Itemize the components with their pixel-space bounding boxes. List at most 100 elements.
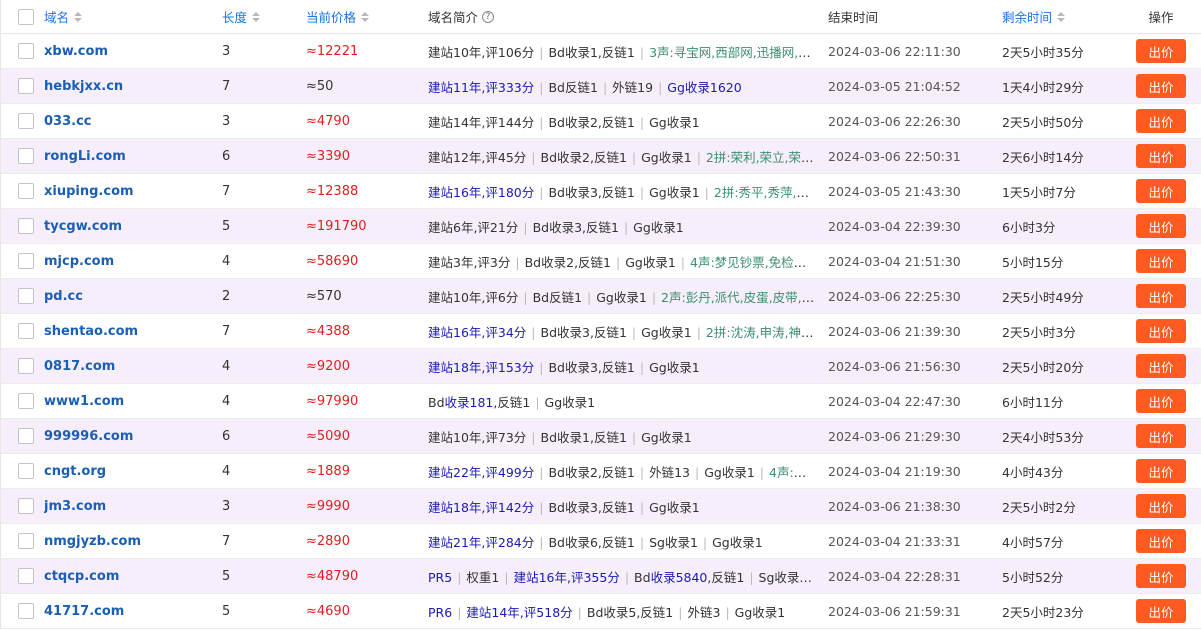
- bid-button[interactable]: 出价: [1136, 354, 1186, 378]
- col-length-header[interactable]: 长度: [222, 7, 247, 26]
- bid-button[interactable]: 出价: [1136, 249, 1186, 273]
- bid-button[interactable]: 出价: [1136, 424, 1186, 448]
- bid-button[interactable]: 出价: [1136, 529, 1186, 553]
- help-icon[interactable]: ?: [482, 10, 495, 23]
- select-all-checkbox[interactable]: [18, 8, 34, 25]
- col-remaining-header[interactable]: 剩余时间: [1002, 7, 1052, 26]
- bid-button[interactable]: 出价: [1136, 284, 1186, 308]
- domain-name-link[interactable]: xiuping.com: [44, 184, 134, 199]
- sort-icon[interactable]: [361, 11, 370, 22]
- bid-button[interactable]: 出价: [1136, 564, 1186, 588]
- desc-segment: 4声:梦见钞票,免检产品...: [690, 254, 818, 270]
- current-price: ≈2890: [306, 533, 350, 549]
- desc-segment: Sg收录1: [649, 534, 698, 550]
- bid-button[interactable]: 出价: [1136, 39, 1186, 63]
- row-checkbox[interactable]: [18, 78, 34, 94]
- row-checkbox[interactable]: [18, 43, 34, 59]
- row-checkbox[interactable]: [18, 568, 34, 584]
- desc-segment: 建站16年,评34分: [428, 324, 527, 340]
- bid-button[interactable]: 出价: [1136, 494, 1186, 518]
- domain-name-link[interactable]: nmgjyzb.com: [44, 534, 141, 549]
- remaining-time: 6小时11分: [1002, 394, 1064, 410]
- desc-segment: Bd收录2,反链1: [540, 149, 627, 165]
- bid-button[interactable]: 出价: [1136, 599, 1186, 623]
- row-checkbox[interactable]: [18, 428, 34, 444]
- bid-button[interactable]: 出价: [1136, 459, 1186, 483]
- remaining-time: 6小时3分: [1002, 219, 1056, 235]
- row-checkbox[interactable]: [18, 603, 34, 619]
- domain-length: 3: [222, 498, 231, 514]
- domain-name-link[interactable]: 0817.com: [44, 359, 115, 374]
- end-time: 2024-03-04 22:28:31: [828, 568, 961, 584]
- domain-name-link[interactable]: 033.cc: [44, 114, 92, 129]
- row-checkbox[interactable]: [18, 218, 34, 234]
- domain-length: 4: [222, 253, 231, 269]
- col-price-header[interactable]: 当前价格: [306, 7, 356, 26]
- domain-name-link[interactable]: tycgw.com: [44, 219, 122, 234]
- domain-name-link[interactable]: www1.com: [44, 394, 124, 409]
- bid-button[interactable]: 出价: [1136, 144, 1186, 168]
- domain-name-link[interactable]: 999996.com: [44, 429, 133, 444]
- table-row: mjcp.com 4 ≈58690 建站3年,评3分 | Bd收录2,反链1 | Gg收录1 |…: [1, 244, 1201, 279]
- end-time: 2024-03-06 21:38:30: [828, 498, 961, 514]
- col-desc-header: 域名简介: [428, 10, 479, 25]
- row-checkbox[interactable]: [18, 288, 34, 304]
- domain-name-link[interactable]: cngt.org: [44, 464, 106, 479]
- end-time: 2024-03-04 22:47:30: [828, 393, 961, 409]
- current-price: ≈50: [306, 78, 334, 94]
- bid-button[interactable]: 出价: [1136, 319, 1186, 343]
- domain-auction-table: 域名 长度 当前价格 域名简介? 结束时间 剩余时间 操作 xbw.com 3 ≈1…: [0, 0, 1201, 629]
- desc-segment: Gg收录1: [641, 324, 692, 340]
- remaining-time: 2天5小时3分: [1002, 324, 1076, 340]
- desc-segment: Gg收录1: [649, 184, 700, 200]
- row-checkbox[interactable]: [18, 463, 34, 479]
- bid-button[interactable]: 出价: [1136, 74, 1186, 98]
- desc-segment: 3声:寻宝网,西部网,迅播网,线...: [649, 44, 818, 60]
- current-price: ≈12221: [306, 43, 359, 59]
- domain-name-link[interactable]: 41717.com: [44, 604, 124, 619]
- remaining-time: 1天5小时7分: [1002, 184, 1076, 200]
- row-checkbox[interactable]: [18, 498, 34, 514]
- end-time: 2024-03-06 21:29:30: [828, 428, 961, 444]
- row-checkbox[interactable]: [18, 323, 34, 339]
- desc-segment: Bd收录3,反链1: [548, 499, 635, 515]
- row-checkbox[interactable]: [18, 113, 34, 129]
- desc-segment: 建站21年,评284分: [428, 534, 535, 550]
- domain-length: 2: [222, 288, 231, 304]
- domain-name-link[interactable]: rongLi.com: [44, 149, 126, 164]
- current-price: ≈9990: [306, 498, 350, 514]
- domain-name-link[interactable]: mjcp.com: [44, 254, 114, 269]
- desc-segment: 2拼:秀平,秀萍,修...: [713, 184, 818, 200]
- domain-name-link[interactable]: hebkjxx.cn: [44, 79, 123, 94]
- row-checkbox[interactable]: [18, 533, 34, 549]
- desc-segment: Bd收录3,反链1: [540, 324, 627, 340]
- sort-icon[interactable]: [74, 11, 83, 22]
- row-checkbox[interactable]: [18, 358, 34, 374]
- bid-button[interactable]: 出价: [1136, 214, 1186, 238]
- bid-button[interactable]: 出价: [1136, 179, 1186, 203]
- domain-name-link[interactable]: jm3.com: [44, 499, 106, 514]
- sort-icon[interactable]: [252, 11, 261, 22]
- table-row: 999996.com 6 ≈5090 建站10年,评73分 | Bd收录1,反链1 | Gg收…: [1, 419, 1201, 454]
- current-price: ≈4790: [306, 113, 350, 129]
- domain-description: 建站12年,评45分 | Bd收录2,反链1 | Gg收录1 | 2拼:荣利,荣立,荣丽,.…: [428, 147, 818, 166]
- domain-name-link[interactable]: ctqcp.com: [44, 569, 119, 584]
- domain-name-link[interactable]: xbw.com: [44, 44, 108, 59]
- sort-icon[interactable]: [1057, 11, 1066, 22]
- domain-name-link[interactable]: pd.cc: [44, 289, 83, 304]
- remaining-time: 2天5小时49分: [1002, 289, 1084, 305]
- col-name-header[interactable]: 域名: [44, 7, 69, 26]
- table-row: jm3.com 3 ≈9990 建站18年,评142分 | Bd收录3,反链1 | Gg收录1…: [1, 489, 1201, 524]
- end-time: 2024-03-06 22:26:30: [828, 113, 961, 129]
- row-checkbox[interactable]: [18, 148, 34, 164]
- row-checkbox[interactable]: [18, 253, 34, 269]
- bid-button[interactable]: 出价: [1136, 109, 1186, 133]
- row-checkbox[interactable]: [18, 393, 34, 409]
- end-time: 2024-03-06 22:25:30: [828, 288, 961, 304]
- row-checkbox[interactable]: [18, 183, 34, 199]
- desc-segment: 建站6年,评21分: [428, 219, 519, 235]
- bid-button[interactable]: 出价: [1136, 389, 1186, 413]
- desc-segment: 建站14年,评518分: [466, 604, 573, 620]
- domain-length: 4: [222, 463, 231, 479]
- domain-name-link[interactable]: shentao.com: [44, 324, 138, 339]
